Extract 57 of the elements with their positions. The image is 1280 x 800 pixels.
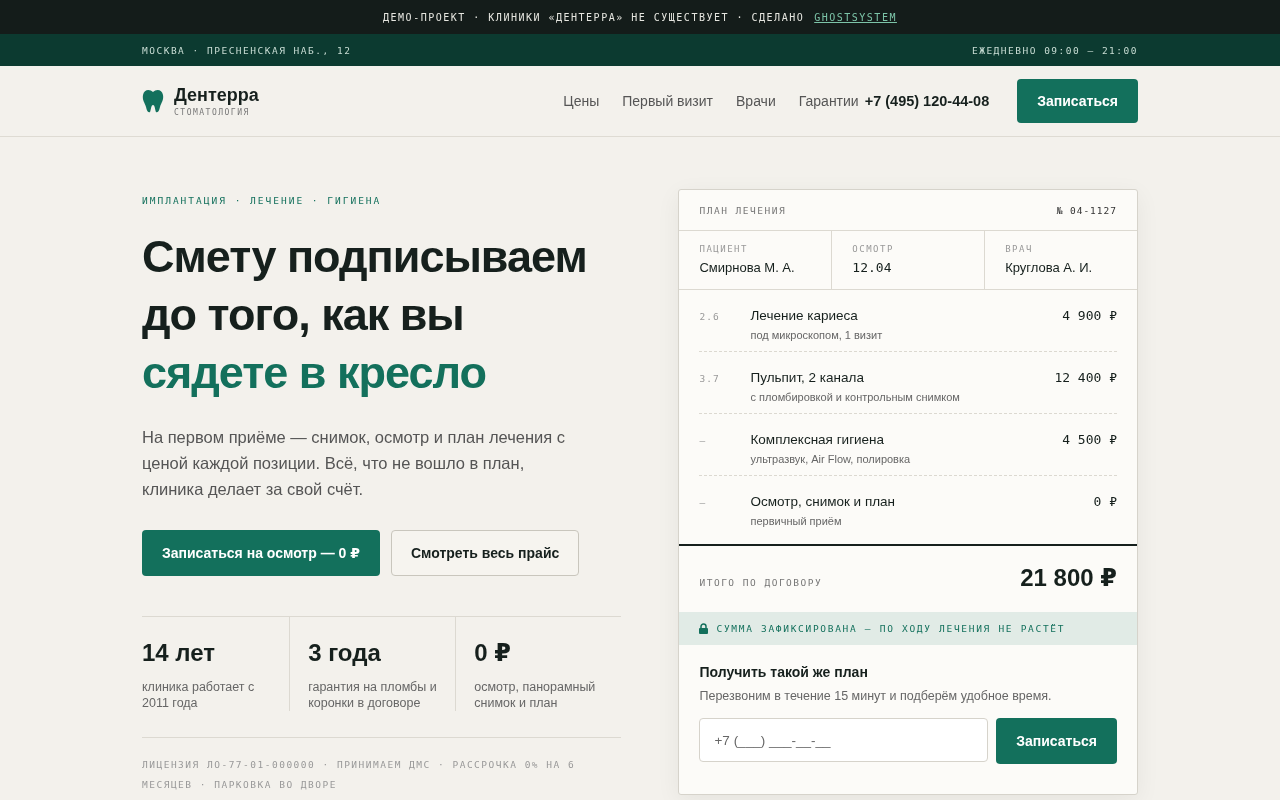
- nav-link[interactable]: Гарантии: [798, 93, 859, 109]
- item-price: 4 500 ₽: [1062, 432, 1117, 447]
- plan-number: № 04-1127: [1056, 205, 1117, 216]
- nav-link[interactable]: Цены: [563, 93, 600, 109]
- phone-field[interactable]: +7 (___) ___-__-__: [699, 718, 989, 762]
- meta-value: Смирнова М. А.: [699, 260, 796, 275]
- item-name: Пульпит, 2 канала: [750, 370, 865, 385]
- card-title: ПЛАН ЛЕЧЕНИЯ: [699, 205, 787, 216]
- stat-value: 14 лет: [142, 639, 217, 667]
- meta-label: ПАЦИЕНТ: [699, 244, 749, 254]
- book-exam-button[interactable]: Записаться на осмотр — 0 ₽: [142, 530, 380, 576]
- nav-link[interactable]: Первый визит: [622, 93, 713, 109]
- book-button[interactable]: Записаться: [1017, 79, 1138, 123]
- price-list-button[interactable]: Смотреть весь прайс: [390, 530, 580, 576]
- item-code: 2.6: [699, 310, 721, 323]
- meta-value: 12.04: [852, 260, 893, 275]
- stat-value: 0 ₽: [474, 639, 513, 667]
- tooth-icon: [142, 89, 164, 113]
- hero-lead: На первом приёме — снимок, осмотр и план лечения с ценой каждой позиции. Всё, что не вошло в план, клиника делает за свой счёт.: [142, 427, 567, 500]
- stat-caption: осмотр, панорамный снимок и план: [474, 679, 597, 711]
- demo-notice: ДЕМО-ПРОЕКТ · КЛИНИКИ «ДЕНТЕРРА» НЕ СУЩЕСТВУЕТ · СДЕЛАНО: [383, 11, 805, 23]
- item-price: 12 400 ₽: [1054, 370, 1117, 385]
- meta-value: Круглова А. И.: [1005, 260, 1094, 275]
- item-code: –: [699, 496, 708, 509]
- opening-hours: ЕЖЕДНЕВНО 09:00 — 21:00: [971, 44, 1138, 56]
- item-price: 0 ₽: [1093, 494, 1117, 509]
- phone-number[interactable]: +7 (495) 120-44-08: [864, 93, 990, 109]
- item-note: ультразвук, Air Flow, полировка: [750, 453, 912, 465]
- item-price: 4 900 ₽: [1062, 308, 1117, 323]
- stat-caption: клиника работает с 2011 года: [142, 679, 256, 711]
- item-note: с пломбировкой и контрольным снимком: [750, 391, 961, 403]
- brand-name[interactable]: Дентерра: [174, 85, 259, 106]
- nav-link[interactable]: Врачи: [736, 93, 776, 109]
- form-text: Перезвоним в течение 15 минут и подберём удобное время.: [699, 689, 1053, 703]
- meta-label: ОСМОТР: [852, 244, 895, 254]
- item-code: 3.7: [699, 372, 721, 385]
- lock-icon: [699, 623, 709, 634]
- footnote: ЛИЦЕНЗИЯ ЛО-77-01-000000 · ПРИНИМАЕМ ДМС · РАССРОЧКА 0% НА 6 МЕСЯЦЕВ · ПАРКОВКА ВО ДВОРЕ: [142, 758, 577, 792]
- item-note: первичный приём: [750, 515, 843, 527]
- total-amount: 21 800 ₽: [1020, 564, 1117, 592]
- item-name: Осмотр, снимок и план: [750, 494, 897, 509]
- brand-tagline: СТОМАТОЛОГИЯ: [174, 108, 251, 117]
- address: МОСКВА · ПРЕСНЕНСКАЯ НАБ., 12: [142, 44, 352, 56]
- stat-value: 3 года: [308, 639, 382, 667]
- eyebrow: ИМПЛАНТАЦИЯ · ЛЕЧЕНИЕ · ГИГИЕНА: [142, 195, 383, 206]
- item-code: –: [699, 434, 708, 447]
- fixed-price-note: СУММА ЗАФИКСИРОВАНА — ПО ХОДУ ЛЕЧЕНИЯ НЕ РАСТЁТ: [716, 623, 1066, 634]
- form-title: Получить такой же план: [699, 664, 869, 680]
- item-name: Комплексная гигиена: [750, 432, 886, 447]
- submit-button[interactable]: Записаться: [996, 718, 1117, 764]
- item-name: Лечение кариеса: [750, 308, 859, 323]
- author-link[interactable]: GHOSTSYSTEM: [814, 11, 897, 23]
- hero-title: Смету подписываем до того, как вы сядете в кресло: [142, 230, 588, 400]
- meta-label: ВРАЧ: [1005, 244, 1034, 254]
- stat-caption: гарантия на пломбы и коронки в договоре: [308, 679, 438, 711]
- item-note: под микроскопом, 1 визит: [750, 329, 884, 341]
- total-label: ИТОГО ПО ДОГОВОРУ: [699, 576, 823, 588]
